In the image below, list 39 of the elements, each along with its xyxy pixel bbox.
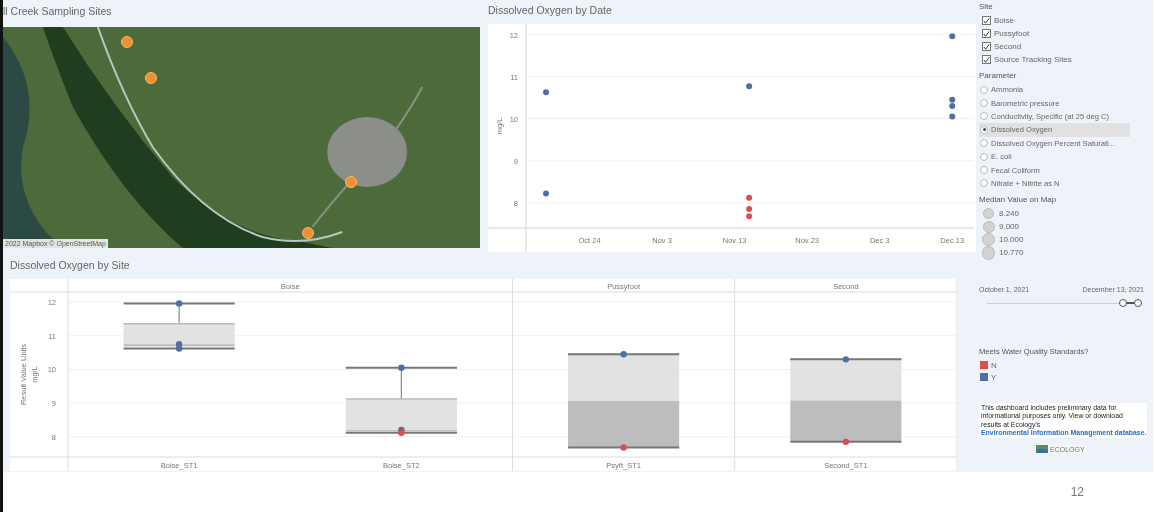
checkbox-label[interactable]: Boise xyxy=(994,16,1014,25)
slider-handle[interactable] xyxy=(1118,299,1127,308)
chart-title: Dissolved Oxygen by Site xyxy=(10,258,131,273)
data-point xyxy=(949,113,956,120)
legend-label: 10.770 xyxy=(999,248,1024,258)
checkbox-label[interactable]: Source Tracking Sites xyxy=(994,55,1072,64)
slider-handle[interactable] xyxy=(1134,299,1142,308)
checkbox[interactable] xyxy=(982,42,991,51)
checkbox[interactable] xyxy=(982,16,991,25)
legend-label: N xyxy=(991,360,997,370)
chart-title: Dissolved Oxygen by Date xyxy=(488,3,613,18)
checkbox[interactable] xyxy=(982,55,991,64)
page-number: 12 xyxy=(1070,485,1084,499)
size-legend-circle-icon xyxy=(982,220,995,233)
data-point xyxy=(398,364,405,371)
map-title: ll Creek Sampling Sites xyxy=(3,4,113,19)
data-point xyxy=(175,300,183,307)
size-legend-circle-icon xyxy=(982,245,995,260)
checkbox[interactable] xyxy=(982,29,991,38)
filter-title: Parameter xyxy=(979,71,1018,81)
data-point xyxy=(842,356,850,363)
legend-label: 10.000 xyxy=(999,235,1024,245)
legend-label: Y xyxy=(991,372,997,382)
filter-title: Site xyxy=(979,2,994,12)
legend-label: 9.000 xyxy=(999,222,1020,232)
data-point xyxy=(746,194,753,201)
data-point xyxy=(543,190,550,197)
data-point xyxy=(842,438,850,446)
data-point xyxy=(543,89,550,96)
size-legend-circle-icon xyxy=(983,208,994,220)
size-legend-circle-icon xyxy=(982,233,995,247)
data-point xyxy=(620,444,627,451)
checkbox-label[interactable]: Pussyfoot xyxy=(994,29,1030,38)
data-point xyxy=(620,351,627,358)
legend-title: Median Value on Map xyxy=(979,195,1058,206)
data-point xyxy=(949,33,956,40)
data-point xyxy=(746,83,753,90)
checkbox-label[interactable]: Second xyxy=(994,42,1022,51)
legend-label: 8.240 xyxy=(999,209,1020,219)
